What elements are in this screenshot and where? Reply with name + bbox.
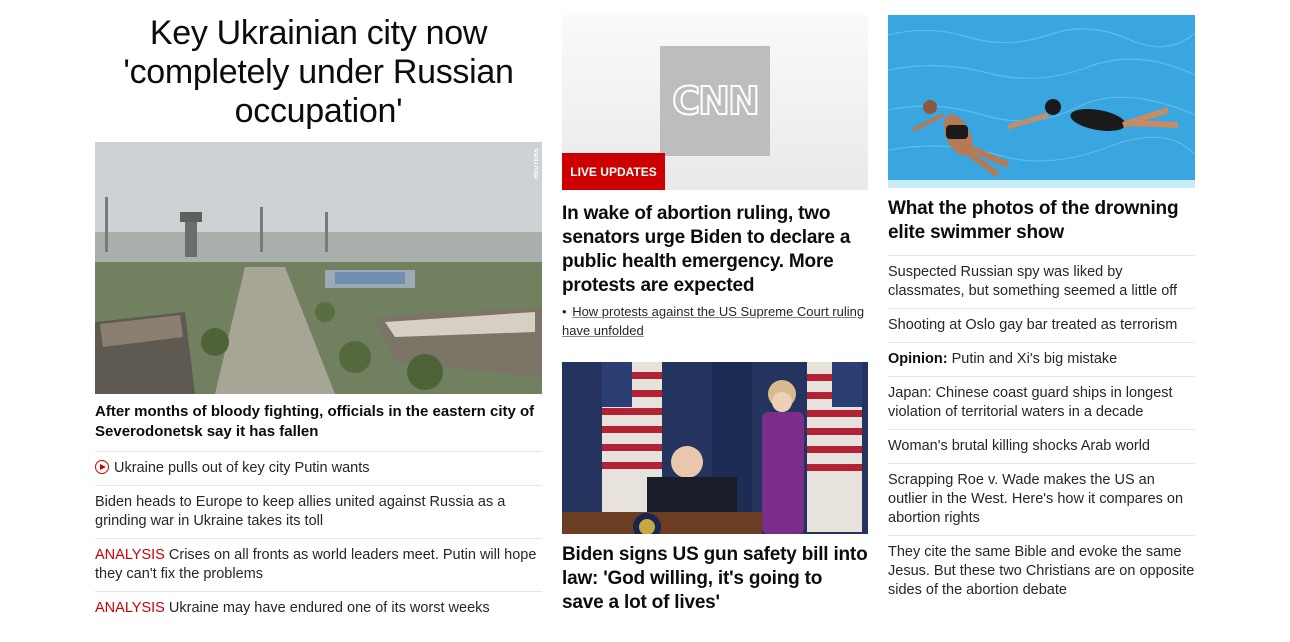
photo-credit: REUTERS bbox=[534, 148, 540, 179]
analysis-tag: ANALYSIS bbox=[95, 600, 165, 616]
right-column: What the photos of the drowning elite sw… bbox=[888, 0, 1195, 607]
cnn-logo-box: CNN bbox=[660, 46, 770, 156]
city-ruins-image bbox=[95, 142, 542, 394]
related-list: Ukraine pulls out of key city Putin want… bbox=[95, 452, 542, 625]
severodonetsk-photo[interactable]: REUTERS bbox=[95, 142, 542, 394]
abortion-ruling-headline[interactable]: In wake of abortion ruling, two senators… bbox=[562, 202, 868, 298]
headline-item-6[interactable]: Scrapping Roe v. Wade makes the US an ou… bbox=[888, 464, 1195, 536]
headline-item-5[interactable]: Woman's brutal killing shocks Arab world bbox=[888, 430, 1195, 464]
analysis-tag: ANALYSIS bbox=[95, 547, 165, 563]
middle-column: CNN LIVE UPDATES In wake of abortion rul… bbox=[562, 0, 868, 615]
live-updates-card[interactable]: CNN LIVE UPDATES bbox=[562, 15, 868, 190]
related-item-2[interactable]: Biden heads to Europe to keep allies uni… bbox=[95, 486, 542, 539]
protests-sub-link[interactable]: • How protests against the US Supreme Co… bbox=[562, 302, 868, 340]
related-item-3[interactable]: ANALYSIS Crises on all fronts as world l… bbox=[95, 539, 542, 592]
headline-item-7[interactable]: They cite the same Bible and evoke the s… bbox=[888, 536, 1195, 607]
headline-item-2[interactable]: Shooting at Oslo gay bar treated as terr… bbox=[888, 309, 1195, 343]
lead-headline-link[interactable]: Key Ukrainian city now 'completely under… bbox=[123, 14, 514, 130]
swimmers-underwater-image bbox=[888, 15, 1195, 188]
headline-item-3[interactable]: Opinion: Putin and Xi's big mistake bbox=[888, 343, 1195, 377]
biden-signing-image bbox=[562, 362, 868, 534]
swimmer-headline[interactable]: What the photos of the drowning elite sw… bbox=[888, 197, 1195, 256]
lead-story-column: Key Ukrainian city now 'completely under… bbox=[95, 0, 542, 625]
headline-item-1[interactable]: Suspected Russian spy was liked by class… bbox=[888, 256, 1195, 309]
headline-item-4[interactable]: Japan: Chinese coast guard ships in long… bbox=[888, 377, 1195, 430]
headline-list: Suspected Russian spy was liked by class… bbox=[888, 256, 1195, 607]
related-item-1[interactable]: Ukraine pulls out of key city Putin want… bbox=[95, 452, 542, 486]
lead-headline[interactable]: Key Ukrainian city now 'completely under… bbox=[95, 0, 542, 142]
biden-signing-photo[interactable] bbox=[562, 362, 868, 534]
cnn-logo: CNN bbox=[671, 78, 760, 124]
related-item-4[interactable]: ANALYSIS Ukraine may have endured one of… bbox=[95, 592, 542, 625]
opinion-tag: Opinion: bbox=[888, 351, 948, 367]
play-video-icon bbox=[95, 460, 109, 474]
gun-bill-headline[interactable]: Biden signs US gun safety bill into law:… bbox=[562, 543, 868, 615]
swimmer-photo[interactable] bbox=[888, 15, 1195, 188]
lead-caption[interactable]: After months of bloody fighting, officia… bbox=[95, 394, 542, 452]
live-updates-badge: LIVE UPDATES bbox=[562, 153, 665, 190]
